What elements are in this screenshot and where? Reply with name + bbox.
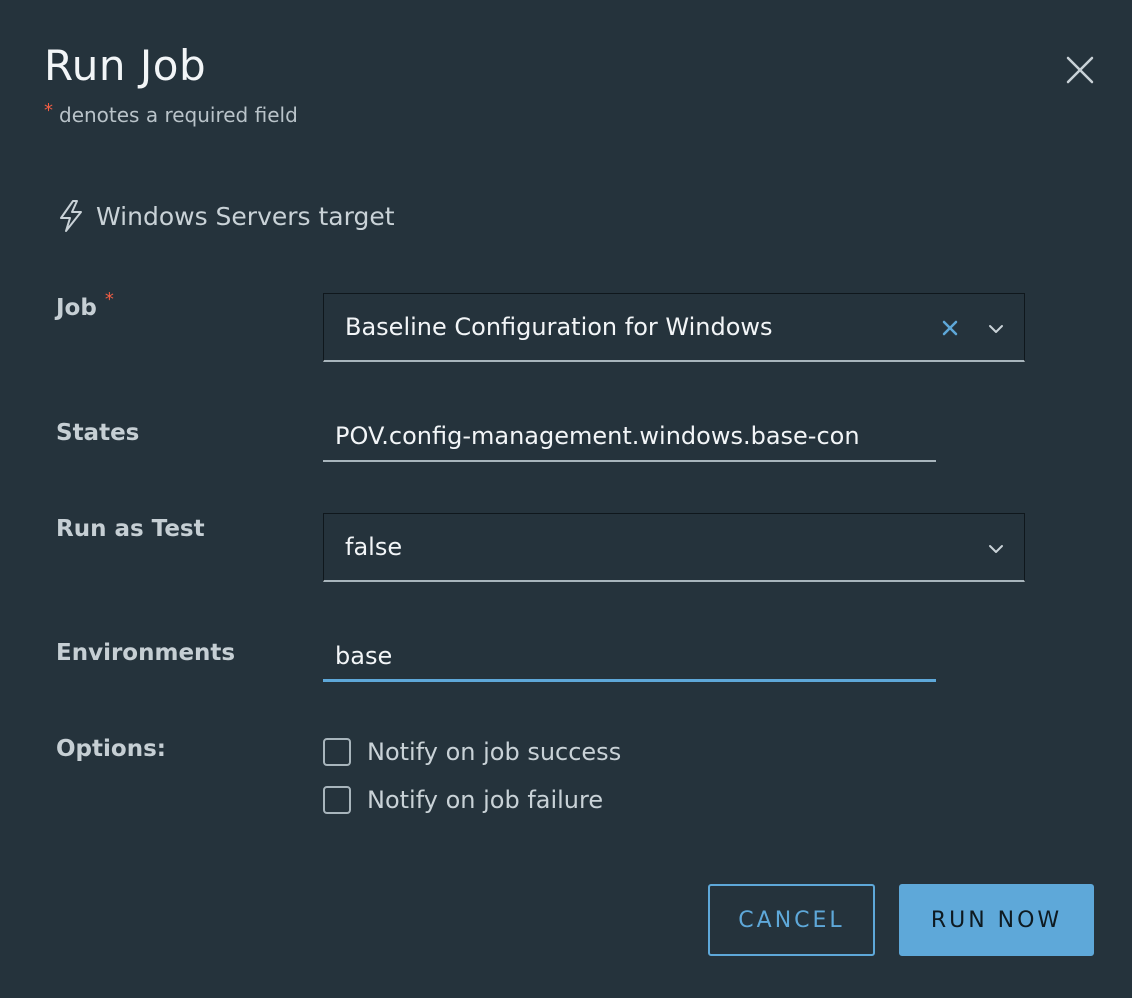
clear-x-icon[interactable] xyxy=(938,316,962,340)
run-as-test-select[interactable]: false xyxy=(323,513,1025,582)
close-icon xyxy=(1066,56,1094,84)
notify-failure-option[interactable]: Notify on job failure xyxy=(323,784,603,816)
cancel-button[interactable]: CANCEL xyxy=(708,884,875,956)
environments-input-value: base xyxy=(335,642,393,670)
run-now-button[interactable]: RUN NOW xyxy=(899,884,1094,956)
job-required-marker: * xyxy=(104,289,114,310)
job-label: Job * xyxy=(56,289,120,321)
job-select[interactable]: Baseline Configuration for Windows xyxy=(323,293,1025,362)
job-label-text: Job xyxy=(56,295,97,321)
states-label: States xyxy=(56,420,140,446)
options-label: Options: xyxy=(56,736,166,762)
environments-label: Environments xyxy=(56,640,236,666)
notify-success-option[interactable]: Notify on job success xyxy=(323,736,621,768)
environments-input[interactable]: base xyxy=(323,632,936,682)
close-button[interactable] xyxy=(1058,48,1100,90)
lightning-bolt-icon xyxy=(60,200,82,232)
notify-failure-checkbox[interactable] xyxy=(323,786,351,814)
run-as-test-value: false xyxy=(345,533,403,561)
required-marker: * xyxy=(44,100,53,121)
states-input-value: POV.config-management.windows.base-con xyxy=(335,422,860,450)
run-as-test-label: Run as Test xyxy=(56,516,205,542)
required-note-text: denotes a required field xyxy=(59,103,298,127)
required-field-note: * denotes a required field xyxy=(44,100,298,132)
chevron-down-icon[interactable] xyxy=(984,317,1008,341)
states-input[interactable]: POV.config-management.windows.base-con xyxy=(323,412,936,462)
notify-failure-label: Notify on job failure xyxy=(367,786,604,814)
target-heading: Windows Servers target xyxy=(56,196,395,236)
job-select-value: Baseline Configuration for Windows xyxy=(345,313,773,341)
notify-success-checkbox[interactable] xyxy=(323,738,351,766)
target-text: Windows Servers target xyxy=(96,201,395,231)
run-job-dialog: Run Job * denotes a required field Window… xyxy=(0,0,1132,998)
dialog-title: Run Job xyxy=(44,41,207,90)
chevron-down-icon[interactable] xyxy=(984,537,1008,561)
notify-success-label: Notify on job success xyxy=(367,738,622,766)
